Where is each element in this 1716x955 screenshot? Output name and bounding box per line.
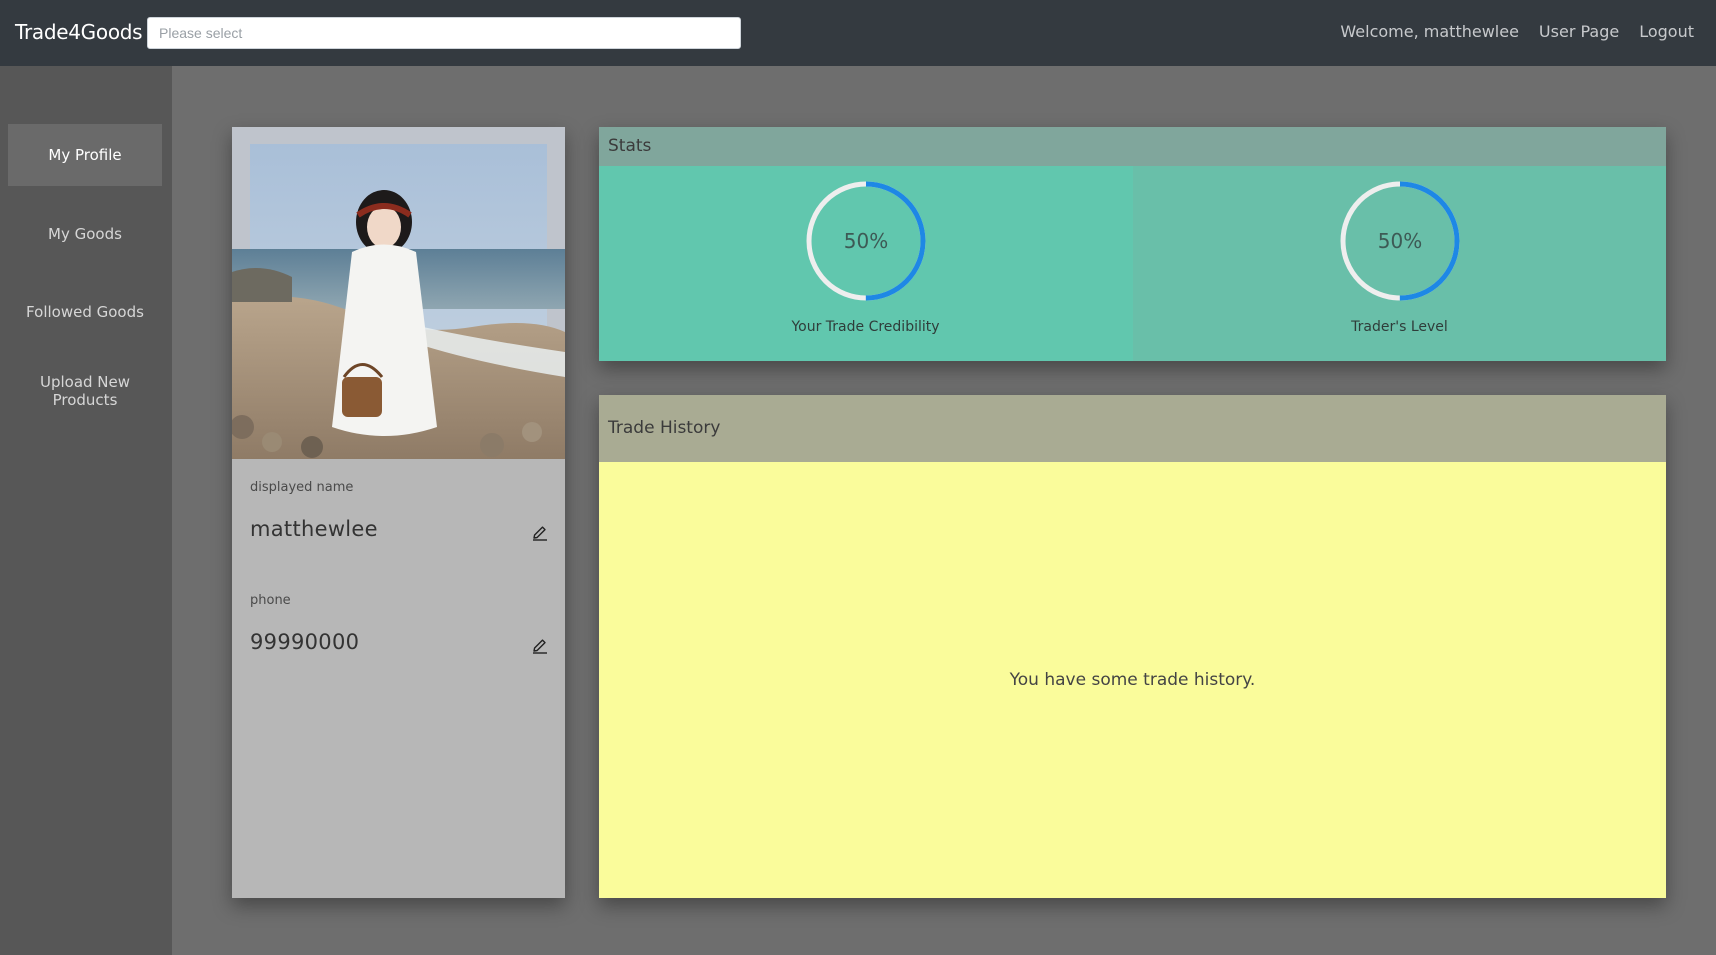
edit-phone-pencil-icon[interactable] — [531, 637, 549, 655]
welcome-text: Welcome, matthewlee — [1340, 22, 1519, 41]
credibility-label: Your Trade Credibility — [791, 319, 940, 335]
trader-level-label: Trader's Level — [1351, 319, 1448, 335]
trade-history-card: Trade History You have some trade histor… — [599, 395, 1666, 898]
user-page-link[interactable]: User Page — [1539, 22, 1619, 41]
search-select-input[interactable] — [147, 17, 741, 49]
stats-title: Stats — [599, 127, 1666, 166]
phone-label: phone — [250, 593, 291, 608]
top-navbar: Trade4Goods Welcome, matthewlee User Pag… — [0, 0, 1716, 66]
profile-card: displayed name matthewlee phone 99990000 — [232, 127, 565, 898]
sidebar-item-my-profile[interactable]: My Profile — [8, 124, 162, 186]
sidebar-item-upload-new-products[interactable]: Upload New Products — [8, 360, 162, 422]
stats-card: Stats 50% Your Trade Credibility 50% Tra… — [599, 127, 1666, 361]
sidebar-item-followed-goods[interactable]: Followed Goods — [8, 281, 162, 343]
brand-logo[interactable]: Trade4Goods — [15, 20, 143, 44]
credibility-percent: 50% — [843, 229, 889, 253]
phone-value: 99990000 — [250, 630, 360, 654]
trader-level-percent: 50% — [1377, 229, 1423, 253]
edit-display-name-pencil-icon[interactable] — [531, 524, 549, 542]
logout-link[interactable]: Logout — [1639, 22, 1694, 41]
trade-history-message: You have some trade history. — [1009, 670, 1256, 690]
profile-photo — [232, 127, 565, 459]
stat-trader-level: 50% Trader's Level — [1133, 166, 1666, 361]
sidebar-item-my-goods[interactable]: My Goods — [8, 203, 162, 265]
nav-right-links: Welcome, matthewlee User Page Logout — [1340, 22, 1694, 41]
display-name-label: displayed name — [250, 480, 354, 495]
trade-history-title: Trade History — [599, 395, 1666, 462]
sidebar: My Profile My Goods Followed Goods Uploa… — [0, 66, 172, 955]
stat-trade-credibility: 50% Your Trade Credibility — [599, 166, 1132, 361]
display-name-value: matthewlee — [250, 517, 378, 541]
profile-photo-image — [232, 127, 565, 459]
